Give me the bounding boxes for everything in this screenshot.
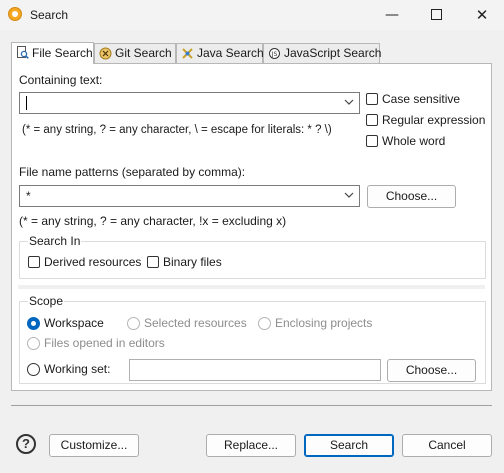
- minimize-button[interactable]: —: [370, 0, 414, 30]
- tab-git-search[interactable]: Git Search: [94, 43, 176, 63]
- maximize-icon: [430, 8, 442, 20]
- radio-dot[interactable]: [127, 317, 140, 330]
- tab-label: JavaScript Search: [284, 46, 382, 60]
- binary-files-label: Binary files: [163, 255, 222, 269]
- chevron-down-icon[interactable]: [343, 97, 355, 109]
- scope-title: Scope: [28, 294, 65, 308]
- help-icon[interactable]: ?: [16, 434, 36, 454]
- search-button[interactable]: Search: [304, 434, 394, 457]
- tab-file-search[interactable]: File Search: [11, 42, 94, 64]
- radio-dot[interactable]: [258, 317, 271, 330]
- maximize-button[interactable]: [414, 0, 458, 30]
- footer-separator: [11, 405, 492, 406]
- selected-resources-label: Selected resources: [144, 316, 247, 330]
- file-name-patterns-hint: (* = any string, ? = any character, !x =…: [19, 214, 287, 228]
- radio-dot[interactable]: [27, 363, 40, 376]
- workspace-label: Workspace: [44, 316, 104, 330]
- close-button[interactable]: ✕: [460, 0, 504, 30]
- close-icon: ✕: [475, 6, 489, 24]
- minimize-icon: —: [385, 7, 399, 23]
- title-bar: Search — ✕: [0, 0, 504, 30]
- working-set-label: Working set:: [44, 362, 111, 376]
- app-icon: [8, 7, 22, 21]
- checkbox-box[interactable]: [366, 93, 378, 105]
- window-title: Search: [30, 8, 69, 22]
- cancel-button[interactable]: Cancel: [402, 434, 492, 457]
- tab-javascript-search[interactable]: JS JavaScript Search: [263, 43, 382, 63]
- javascript-icon: JS: [268, 47, 281, 60]
- containing-text-label: Containing text:: [19, 73, 103, 87]
- radio-dot[interactable]: [27, 317, 40, 330]
- containing-text-input[interactable]: [19, 92, 360, 114]
- search-in-group: Search In Derived resources Binary files: [19, 234, 486, 279]
- file-search-panel: Containing text: Case sensitive Regular …: [11, 63, 492, 391]
- containing-text-hint: (* = any string, ? = any character, \ = …: [22, 124, 332, 136]
- chevron-down-icon[interactable]: [343, 190, 355, 202]
- git-icon: [99, 47, 112, 60]
- whole-word-label: Whole word: [382, 134, 446, 148]
- file-name-patterns-value: *: [26, 189, 31, 203]
- file-search-icon: [16, 46, 29, 59]
- working-set-field[interactable]: [129, 359, 381, 381]
- working-set-choose-button[interactable]: Choose...: [387, 359, 476, 382]
- checkbox-box[interactable]: [147, 256, 159, 268]
- svg-text:JS: JS: [271, 51, 278, 58]
- tab-label: Git Search: [115, 46, 172, 60]
- section-divider: [18, 285, 485, 289]
- radio-dot[interactable]: [27, 337, 40, 350]
- case-sensitive-label: Case sensitive: [382, 92, 461, 106]
- tab-java-search[interactable]: Java Search: [176, 43, 264, 63]
- file-name-patterns-input[interactable]: *: [19, 185, 360, 207]
- replace-button[interactable]: Replace...: [206, 434, 296, 457]
- customize-button[interactable]: Customize...: [49, 434, 139, 457]
- derived-resources-label: Derived resources: [44, 255, 142, 269]
- search-in-title: Search In: [28, 234, 82, 248]
- checkbox-box[interactable]: [366, 114, 378, 126]
- enclosing-projects-label: Enclosing projects: [275, 316, 373, 330]
- patterns-choose-button[interactable]: Choose...: [367, 185, 456, 208]
- java-icon: [181, 47, 194, 60]
- scope-group: Scope Workspace Selected resources Enclo…: [19, 294, 486, 384]
- regular-expression-label: Regular expression: [382, 113, 486, 127]
- text-cursor: [26, 96, 27, 110]
- tab-label: File Search: [32, 46, 93, 60]
- tab-label: Java Search: [197, 46, 264, 60]
- file-name-patterns-label: File name patterns (separated by comma):: [19, 165, 246, 179]
- checkbox-box[interactable]: [28, 256, 40, 268]
- files-opened-label: Files opened in editors: [44, 336, 165, 350]
- checkbox-box[interactable]: [366, 135, 378, 147]
